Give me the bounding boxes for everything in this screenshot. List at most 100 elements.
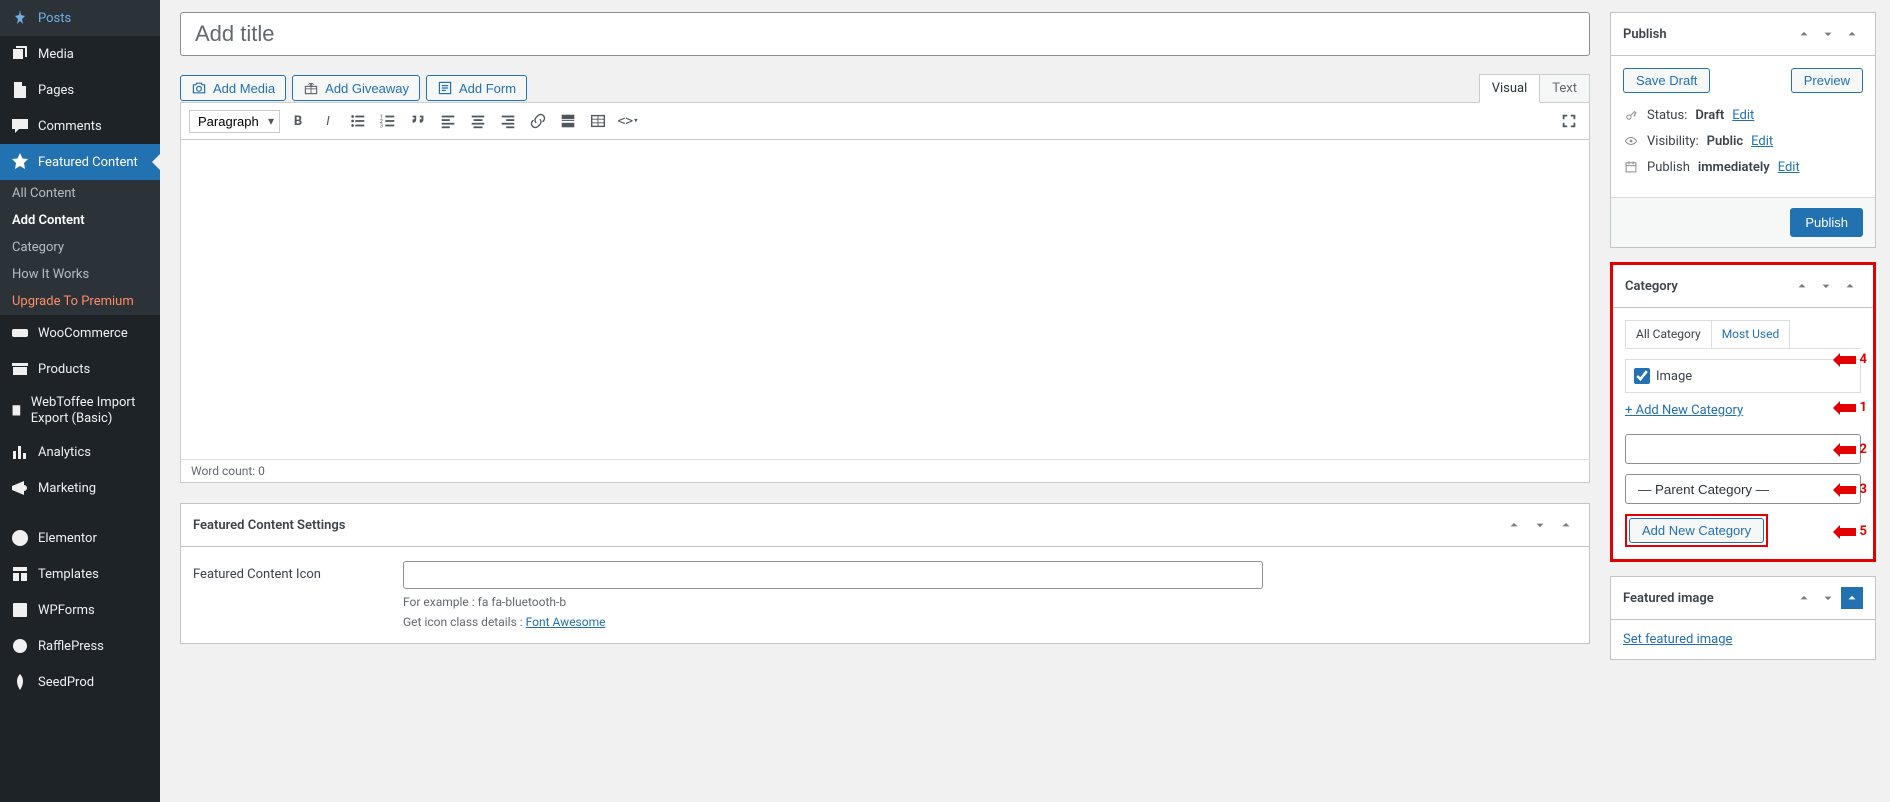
sidebar-item-posts[interactable]: Posts	[0, 0, 160, 36]
sidebar-item-comments[interactable]: Comments	[0, 108, 160, 144]
link-button[interactable]	[526, 109, 550, 133]
sidebar-item-marketing[interactable]: Marketing	[0, 470, 160, 506]
import-icon	[10, 401, 23, 421]
add-new-category-link[interactable]: + Add New Category	[1625, 403, 1743, 418]
icon-field-label: Featured Content Icon	[193, 561, 403, 629]
edit-status-link[interactable]: Edit	[1732, 108, 1754, 123]
arrow-icon	[1826, 401, 1856, 415]
set-featured-image-link[interactable]: Set featured image	[1623, 632, 1732, 647]
sidebar-label: WebToffee Import Export (Basic)	[31, 395, 152, 426]
editor-content[interactable]	[180, 140, 1590, 460]
code-button[interactable]: <>▾	[616, 109, 640, 133]
toggle-icon[interactable]	[1555, 514, 1577, 536]
submenu-upgrade-premium[interactable]: Upgrade To Premium	[0, 288, 160, 315]
quote-button[interactable]	[406, 109, 430, 133]
seed-icon	[10, 672, 30, 692]
add-form-button[interactable]: Add Form	[426, 75, 527, 101]
sidebar-item-templates[interactable]: Templates	[0, 556, 160, 592]
editor-tab-visual[interactable]: Visual	[1479, 74, 1541, 103]
edit-schedule-link[interactable]: Edit	[1778, 160, 1800, 175]
sidebar-label: Comments	[38, 119, 102, 134]
sidebar-label: WooCommerce	[38, 326, 128, 341]
sidebar-item-pages[interactable]: Pages	[0, 72, 160, 108]
toggle-icon[interactable]	[1841, 23, 1863, 45]
align-right-button[interactable]	[496, 109, 520, 133]
sidebar-item-elementor[interactable]: Elementor	[0, 520, 160, 556]
sidebar-item-wpforms[interactable]: WPForms	[0, 592, 160, 628]
move-up-icon[interactable]	[1791, 275, 1813, 297]
align-center-button[interactable]	[466, 109, 490, 133]
category-panel-highlight: Category All Category Most Used	[1610, 262, 1876, 562]
sidebar-item-webtoffee[interactable]: WebToffee Import Export (Basic)	[0, 387, 160, 434]
add-media-button[interactable]: Add Media	[180, 75, 286, 101]
gift-icon	[303, 80, 319, 96]
sidebar-label: Templates	[38, 567, 99, 582]
move-up-icon[interactable]	[1503, 514, 1525, 536]
media-icon	[10, 44, 30, 64]
sidebar-item-featured-content[interactable]: Featured Content	[0, 144, 160, 180]
submenu-how-it-works[interactable]: How It Works	[0, 261, 160, 288]
move-down-icon[interactable]	[1817, 587, 1839, 609]
move-down-icon[interactable]	[1815, 275, 1837, 297]
move-down-icon[interactable]	[1529, 514, 1551, 536]
form-icon	[437, 80, 453, 96]
wpforms-icon	[10, 600, 30, 620]
fullscreen-button[interactable]	[1557, 109, 1581, 133]
edit-visibility-link[interactable]: Edit	[1751, 134, 1773, 149]
sidebar-item-media[interactable]: Media	[0, 36, 160, 72]
readmore-button[interactable]	[556, 109, 580, 133]
publish-button[interactable]: Publish	[1790, 208, 1863, 237]
font-awesome-link[interactable]: Font Awesome	[526, 615, 606, 629]
bullet-list-button[interactable]	[346, 109, 370, 133]
submenu-all-content[interactable]: All Content	[0, 180, 160, 207]
page-icon	[10, 80, 30, 100]
eye-icon	[1623, 133, 1639, 149]
megaphone-icon	[10, 478, 30, 498]
sidebar-label: Media	[38, 47, 74, 62]
sidebar-label: SeedProd	[38, 675, 94, 690]
sidebar-label: Posts	[38, 11, 71, 26]
move-up-icon[interactable]	[1793, 587, 1815, 609]
format-select[interactable]: Paragraph	[189, 110, 280, 133]
bold-button[interactable]: B	[286, 109, 310, 133]
save-draft-button[interactable]: Save Draft	[1623, 68, 1710, 93]
move-up-icon[interactable]	[1793, 23, 1815, 45]
sidebar-item-analytics[interactable]: Analytics	[0, 434, 160, 470]
add-giveaway-button[interactable]: Add Giveaway	[292, 75, 420, 101]
category-checkbox-image[interactable]: Image	[1634, 368, 1852, 384]
comment-icon	[10, 116, 30, 136]
preview-button[interactable]: Preview	[1791, 68, 1863, 93]
publish-title: Publish	[1623, 27, 1667, 42]
sidebar-item-seedprod[interactable]: SeedProd	[0, 664, 160, 700]
word-count: Word count: 0	[180, 459, 1590, 483]
align-left-button[interactable]	[436, 109, 460, 133]
submenu-category[interactable]: Category	[0, 234, 160, 261]
sidebar-label: Marketing	[38, 481, 96, 496]
submenu-add-content[interactable]: Add Content	[0, 207, 160, 234]
featured-icon-input[interactable]	[403, 561, 1263, 589]
toggle-icon[interactable]	[1841, 587, 1863, 609]
table-button[interactable]	[586, 109, 610, 133]
sidebar-item-woocommerce[interactable]: WooCommerce	[0, 315, 160, 351]
sidebar-item-products[interactable]: Products	[0, 351, 160, 387]
sidebar-item-rafflepress[interactable]: RafflePress	[0, 628, 160, 664]
category-checkbox[interactable]	[1634, 368, 1650, 384]
italic-button[interactable]: I	[316, 109, 340, 133]
sidebar-label: Products	[38, 362, 90, 377]
tab-all-category[interactable]: All Category	[1625, 320, 1712, 348]
add-new-category-button[interactable]: Add New Category	[1629, 518, 1764, 543]
post-title-input[interactable]	[180, 12, 1590, 56]
toggle-icon[interactable]	[1839, 275, 1861, 297]
category-title: Category	[1625, 279, 1678, 294]
editor-toolbar: Paragraph B I 123 <>▾	[180, 102, 1590, 140]
annotation-3: 3	[1860, 482, 1867, 497]
number-list-button[interactable]: 123	[376, 109, 400, 133]
raffle-icon	[10, 636, 30, 656]
annotation-1: 1	[1860, 400, 1867, 415]
key-icon	[1623, 107, 1639, 123]
tab-most-used[interactable]: Most Used	[1711, 320, 1791, 348]
move-down-icon[interactable]	[1817, 23, 1839, 45]
settings-title: Featured Content Settings	[193, 518, 345, 533]
editor-tab-text[interactable]: Text	[1540, 74, 1590, 103]
featured-content-settings-box: Featured Content Settings Featured Conte…	[180, 503, 1590, 644]
